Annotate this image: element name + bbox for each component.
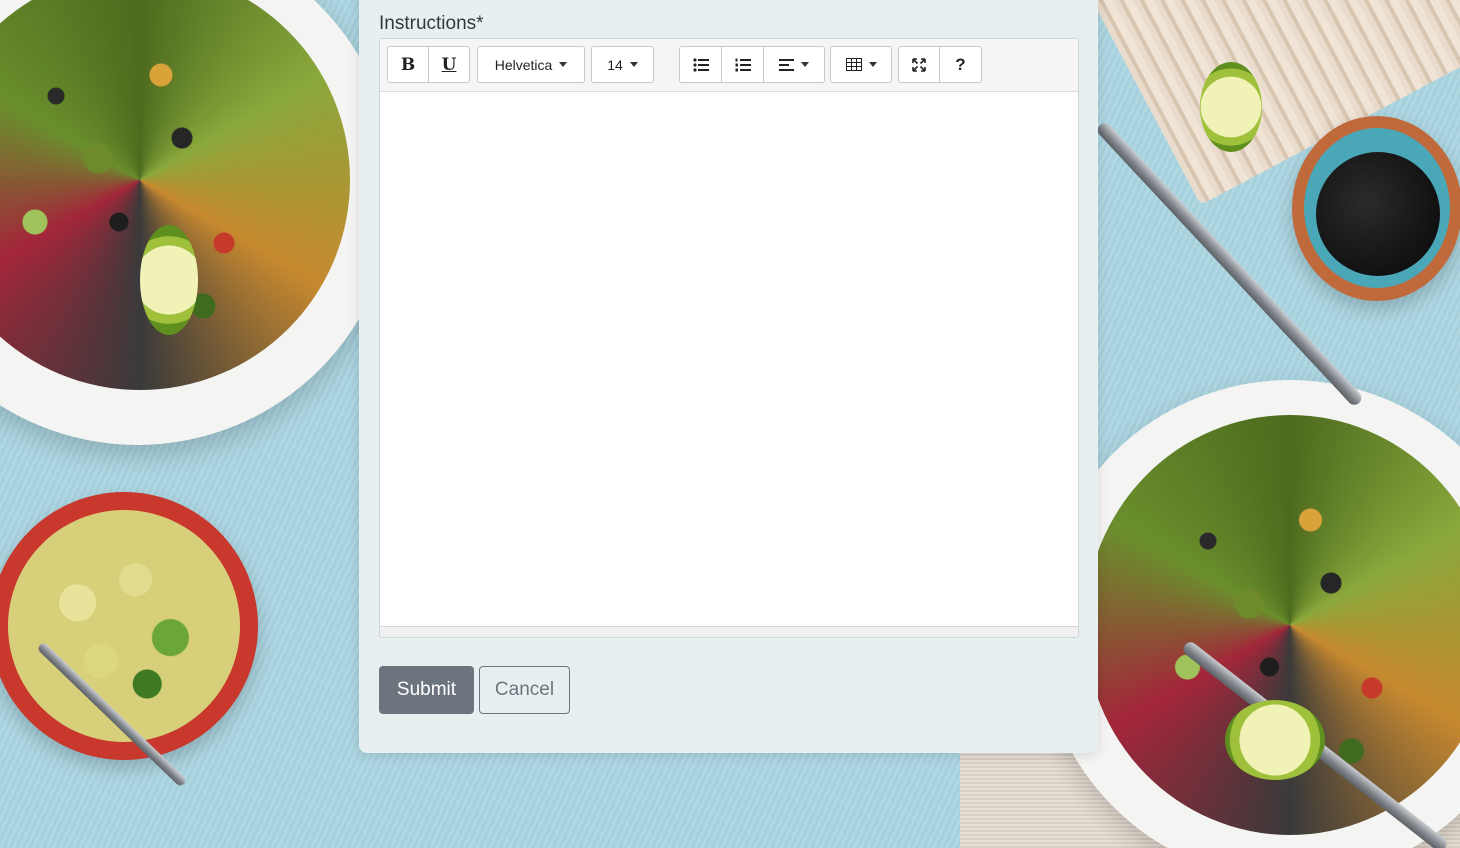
table-dropdown[interactable] [830,46,892,83]
underline-button[interactable]: U [428,46,470,83]
help-button[interactable]: ? [939,46,982,83]
align-left-icon [779,58,794,71]
paragraph-align-dropdown[interactable] [763,46,825,83]
ordered-list-button[interactable] [721,46,764,83]
lime-slice [140,225,198,335]
editor-toolbar: B U Helvetica 14 ? [380,39,1078,92]
font-style-group: B U [387,46,470,83]
lime-slice [1225,700,1325,780]
instructions-rich-text-editor: B U Helvetica 14 ? [379,38,1079,638]
lime-slice [1200,62,1262,152]
black-bean-bowl [1292,116,1460,301]
unordered-list-icon [692,57,709,72]
ordered-list-icon [735,58,751,71]
instructions-label: Instructions* [379,13,484,34]
unordered-list-button[interactable] [679,46,722,83]
paragraph-group [679,46,825,83]
chevron-down-icon [801,62,809,67]
font-family-group: Helvetica [477,46,585,83]
salad-plate-top-left [0,0,395,445]
cancel-button[interactable]: Cancel [479,666,570,714]
misc-group: ? [898,46,982,83]
bold-button[interactable]: B [387,46,429,83]
fullscreen-icon [912,57,926,72]
salad-plate-bottom-right [1040,380,1460,848]
submit-button[interactable]: Submit [379,666,474,714]
chevron-down-icon [559,62,568,67]
font-family-value: Helvetica [494,56,553,73]
recipe-form-card: Instructions* B U Helvetica 14 ? Submit … [359,0,1098,753]
chevron-down-icon [868,62,877,67]
font-size-value: 14 [607,56,623,73]
avocado-bowl [0,492,258,760]
editor-resize-bar[interactable] [380,626,1078,637]
table-group [830,46,892,83]
fullscreen-button[interactable] [898,46,940,83]
font-size-dropdown[interactable]: 14 [591,46,654,83]
instructions-text-area[interactable] [380,92,1078,626]
chevron-down-icon [629,62,638,67]
font-family-dropdown[interactable]: Helvetica [477,46,585,83]
table-icon [845,58,862,71]
font-size-group: 14 [591,46,654,83]
